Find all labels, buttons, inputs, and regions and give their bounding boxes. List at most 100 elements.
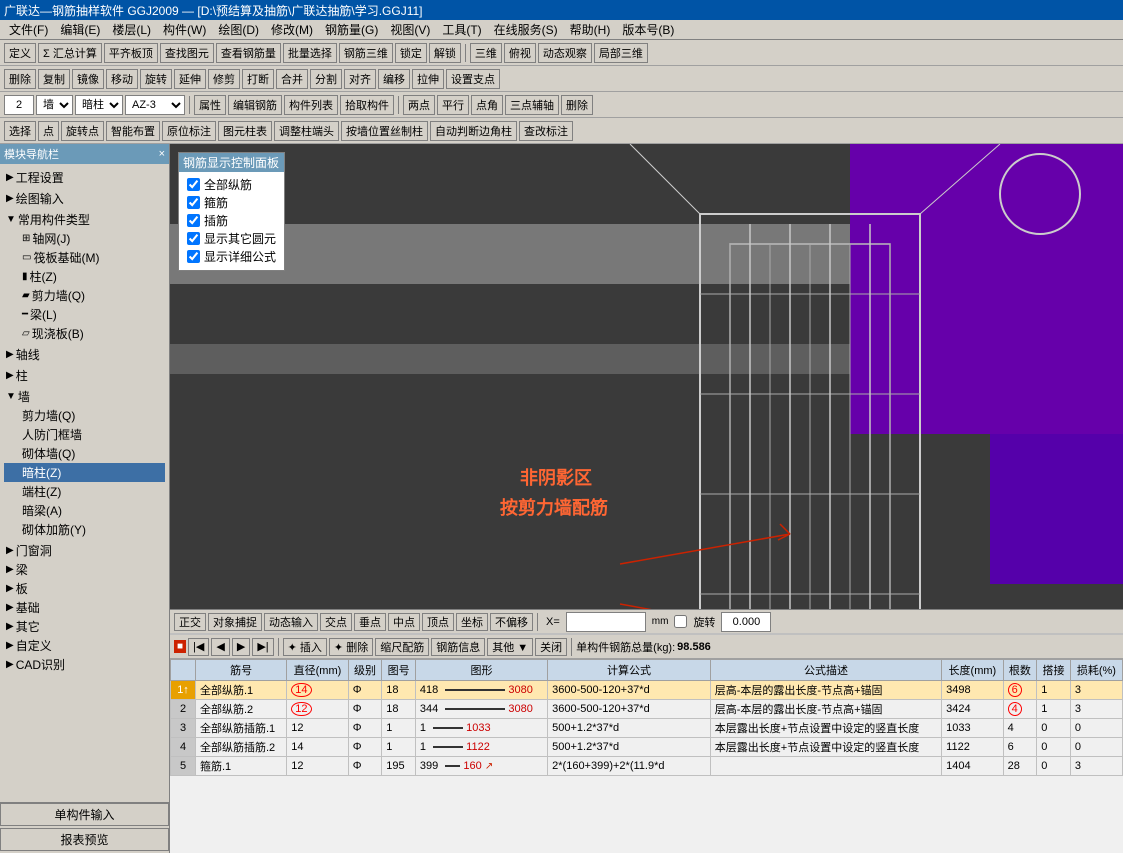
table-row[interactable]: 2 全部纵筋.2 12 Φ 18 344 3080 3600-500-120+3… — [171, 700, 1123, 719]
nav-item-col[interactable]: ▮ 柱(Z) — [4, 267, 165, 286]
btn-rotate[interactable]: 旋转 — [140, 69, 172, 89]
btn-delete[interactable]: 删除 — [4, 69, 36, 89]
btn-single-component[interactable]: 单构件输入 — [0, 803, 169, 826]
btn-point[interactable]: 点 — [38, 121, 59, 141]
menu-view[interactable]: 视图(V) — [385, 20, 435, 39]
btn-dynamic-input[interactable]: 动态输入 — [264, 613, 318, 631]
nav-last[interactable]: ▶| — [252, 638, 273, 656]
btn-offset[interactable]: 编移 — [378, 69, 410, 89]
nav-axis-header[interactable]: ▶ 轴线 — [4, 345, 165, 364]
nav-item-raft[interactable]: ▭ 筏板基础(M) — [4, 248, 165, 267]
btn-find[interactable]: 查找图元 — [160, 43, 214, 63]
btn-rotate-point[interactable]: 旋转点 — [61, 121, 104, 141]
x-input[interactable] — [566, 612, 646, 632]
btn-set-pivot[interactable]: 设置支点 — [446, 69, 500, 89]
btn-calc[interactable]: Σ 汇总计算 — [38, 43, 102, 63]
wall-subtype-select[interactable]: 暗柱 — [75, 95, 123, 115]
btn-adjust-end[interactable]: 调整柱端头 — [274, 121, 339, 141]
btn-perpendicular[interactable]: 垂点 — [354, 613, 386, 631]
btn-two-point[interactable]: 两点 — [403, 95, 435, 115]
menu-file[interactable]: 文件(F) — [4, 20, 53, 39]
btn-ortho[interactable]: 正交 — [174, 613, 206, 631]
nav-item-shear-wall[interactable]: ▰ 剪力墙(Q) — [4, 286, 165, 305]
btn-column-table[interactable]: 图元柱表 — [218, 121, 272, 141]
btn-merge[interactable]: 合并 — [276, 69, 308, 89]
nav-draw-header[interactable]: ▶ 绘图输入 — [4, 189, 165, 208]
btn-in-place-annot[interactable]: 原位标注 — [162, 121, 216, 141]
btn-delete-aux[interactable]: 删除 — [561, 95, 593, 115]
btn-3d[interactable]: 三维 — [470, 43, 502, 63]
nav-custom-header[interactable]: ▶ 自定义 — [4, 636, 165, 655]
nav-item-hidden-beam[interactable]: 暗梁(A) — [4, 501, 165, 520]
menu-component[interactable]: 构件(W) — [158, 20, 211, 39]
viewport[interactable]: 钢筋显示控制面板 全部纵筋 箍筋 插筋 显示其它圆元 — [170, 144, 1123, 609]
nav-slab-header[interactable]: ▶ 板 — [4, 579, 165, 598]
nav-cad-header[interactable]: ▶ CAD识别 — [4, 655, 165, 674]
btn-insert-row[interactable]: ✦ 插入 — [283, 638, 327, 656]
btn-midpoint[interactable]: 中点 — [388, 613, 420, 631]
menu-draw[interactable]: 绘图(D) — [213, 20, 264, 39]
btn-point-angle[interactable]: 点角 — [471, 95, 503, 115]
nav-item-shear-wall2[interactable]: 剪力墙(Q) — [4, 406, 165, 425]
btn-scale-rebar[interactable]: 缩尺配筋 — [375, 638, 429, 656]
btn-parallel[interactable]: 平行 — [437, 95, 469, 115]
nav-beam-header[interactable]: ▶ 梁 — [4, 560, 165, 579]
checkbox-formula[interactable] — [187, 250, 200, 263]
nav-wall-header[interactable]: ▼ 墙 — [4, 387, 165, 406]
btn-split[interactable]: 分割 — [310, 69, 342, 89]
nav-item-beam[interactable]: ━ 梁(L) — [4, 305, 165, 324]
nav-item-hidden-col[interactable]: 暗柱(Z) — [4, 463, 165, 482]
rotate-input[interactable] — [721, 612, 771, 632]
menu-modify[interactable]: 修改(M) — [266, 20, 318, 39]
btn-properties[interactable]: 属性 — [194, 95, 226, 115]
btn-edit-rebar[interactable]: 编辑钢筋 — [228, 95, 282, 115]
checkbox-other[interactable] — [187, 232, 200, 245]
btn-component-list[interactable]: 构件列表 — [284, 95, 338, 115]
btn-break[interactable]: 打断 — [242, 69, 274, 89]
table-row[interactable]: 3 全部纵筋插筋.1 12 Φ 1 1 1033 500+1.2*37*d — [171, 719, 1123, 738]
table-row[interactable]: 1↑ 全部纵筋.1 14 Φ 18 418 3080 3600-500-120+… — [171, 681, 1123, 700]
btn-mirror[interactable]: 镜像 — [72, 69, 104, 89]
nav-foundation-header[interactable]: ▶ 基础 — [4, 598, 165, 617]
menu-rebar-qty[interactable]: 钢筋量(G) — [320, 20, 383, 39]
checkbox-insert[interactable] — [187, 214, 200, 227]
btn-flush[interactable]: 平齐板顶 — [104, 43, 158, 63]
nav-common-header[interactable]: ▼ 常用构件类型 — [4, 210, 165, 229]
btn-align[interactable]: 对齐 — [344, 69, 376, 89]
btn-rebar-3d[interactable]: 钢筋三维 — [339, 43, 393, 63]
nav-prev[interactable]: ◀ — [211, 638, 229, 656]
btn-coord[interactable]: 坐标 — [456, 613, 488, 631]
btn-report-preview[interactable]: 报表预览 — [0, 828, 169, 851]
nav-door-header[interactable]: ▶ 门窗洞 — [4, 541, 165, 560]
btn-local-3d[interactable]: 局部三维 — [594, 43, 648, 63]
btn-stretch[interactable]: 拉伸 — [412, 69, 444, 89]
btn-dynamic-view[interactable]: 动态观察 — [538, 43, 592, 63]
checkbox-stirrup[interactable] — [187, 196, 200, 209]
nav-close-icon[interactable]: × — [159, 148, 165, 160]
panel-red-icon[interactable]: ■ — [174, 640, 186, 653]
menu-help[interactable]: 帮助(H) — [565, 20, 616, 39]
nav-next[interactable]: ▶ — [232, 638, 250, 656]
nav-item-civil-def-wall[interactable]: 人防门框墙 — [4, 425, 165, 444]
nav-item-masonry-wall[interactable]: 砌体墙(Q) — [4, 444, 165, 463]
menu-version[interactable]: 版本号(B) — [617, 20, 679, 39]
btn-pick-component[interactable]: 拾取构件 — [340, 95, 394, 115]
btn-select[interactable]: 选择 — [4, 121, 36, 141]
btn-vertex[interactable]: 顶点 — [422, 613, 454, 631]
btn-delete-row[interactable]: ✦ 删除 — [329, 638, 373, 656]
rotate-checkbox[interactable] — [674, 615, 687, 628]
btn-other[interactable]: 其他 ▼ — [487, 638, 533, 656]
nav-item-masonry-rebar[interactable]: 砌体加筋(Y) — [4, 520, 165, 539]
btn-batch-select[interactable]: 批量选择 — [283, 43, 337, 63]
btn-define[interactable]: 定义 — [4, 43, 36, 63]
menu-online[interactable]: 在线服务(S) — [489, 20, 563, 39]
btn-unlock[interactable]: 解锁 — [429, 43, 461, 63]
btn-copy[interactable]: 复制 — [38, 69, 70, 89]
table-row[interactable]: 4 全部纵筋插筋.2 14 Φ 1 1 1122 500+1.2*37*d — [171, 738, 1123, 757]
nav-first[interactable]: |◀ — [188, 638, 209, 656]
nav-item-end-col[interactable]: 端柱(Z) — [4, 482, 165, 501]
wall-type-select[interactable]: 墙 — [36, 95, 73, 115]
btn-smart-place[interactable]: 智能布置 — [106, 121, 160, 141]
component-select[interactable]: AZ-3 — [125, 95, 185, 115]
btn-intersection[interactable]: 交点 — [320, 613, 352, 631]
